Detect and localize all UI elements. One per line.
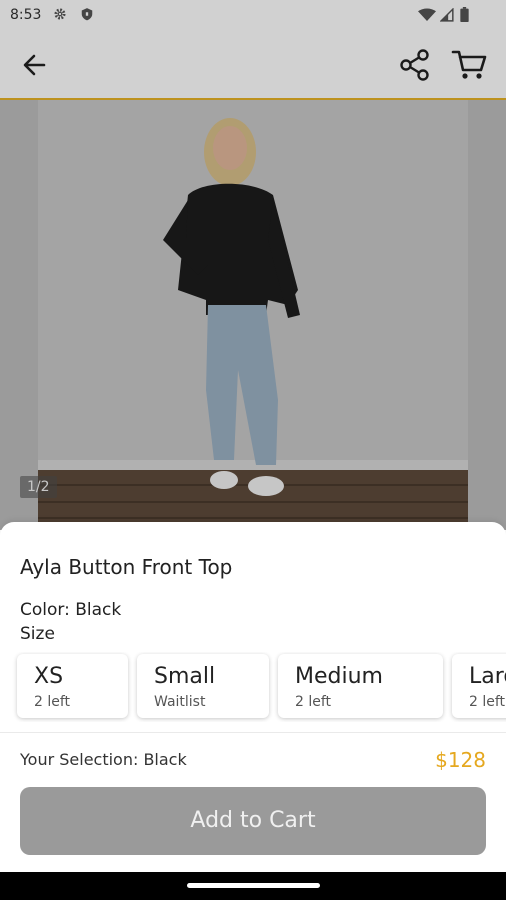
- system-nav-bar: [0, 872, 506, 900]
- size-option-stock: Waitlist: [154, 694, 206, 710]
- share-button[interactable]: [398, 48, 432, 82]
- size-option-name: Small: [154, 664, 216, 689]
- size-option-name: Medium: [295, 664, 383, 689]
- size-selector[interactable]: XS 2 left Small Waitlist Medium 2 left L…: [0, 652, 506, 722]
- home-gesture-handle[interactable]: [187, 883, 320, 888]
- size-option-large[interactable]: Large 2 left: [452, 654, 506, 718]
- wifi-icon: [418, 8, 436, 21]
- size-option-name: Large: [469, 664, 506, 689]
- back-button[interactable]: [18, 50, 52, 80]
- color-label: Color: Black: [20, 600, 122, 620]
- product-image-gallery[interactable]: 1/2: [0, 100, 506, 530]
- size-option-small[interactable]: Small Waitlist: [137, 654, 269, 718]
- battery-icon: [460, 7, 469, 22]
- size-option-xs[interactable]: XS 2 left: [17, 654, 128, 718]
- price-label: $128: [435, 748, 486, 772]
- status-bar: 8:53: [0, 0, 506, 32]
- back-arrow-icon: [23, 54, 46, 76]
- cart-icon: [451, 50, 487, 79]
- status-time: 8:53: [10, 7, 42, 23]
- app-bar: [0, 32, 506, 100]
- shield-icon: [81, 8, 93, 21]
- cart-button[interactable]: [450, 48, 488, 82]
- size-option-stock: 2 left: [34, 694, 71, 710]
- size-label: Size: [20, 624, 55, 644]
- signal-icon: [440, 8, 454, 22]
- product-bottom-sheet: Ayla Button Front Top Color: Black Size …: [0, 522, 506, 872]
- divider: [0, 732, 506, 733]
- size-option-name: XS: [34, 664, 64, 689]
- size-option-stock: 2 left: [469, 694, 506, 710]
- product-title: Ayla Button Front Top: [20, 555, 233, 579]
- image-counter: 1/2: [20, 476, 57, 498]
- size-option-stock: 2 left: [295, 694, 332, 710]
- gear-icon: [54, 8, 66, 20]
- add-to-cart-button[interactable]: Add to Cart: [20, 787, 486, 855]
- product-photo: [38, 100, 468, 530]
- size-option-medium[interactable]: Medium 2 left: [278, 654, 443, 718]
- selection-summary: Your Selection: Black: [20, 750, 187, 769]
- share-icon: [400, 49, 429, 81]
